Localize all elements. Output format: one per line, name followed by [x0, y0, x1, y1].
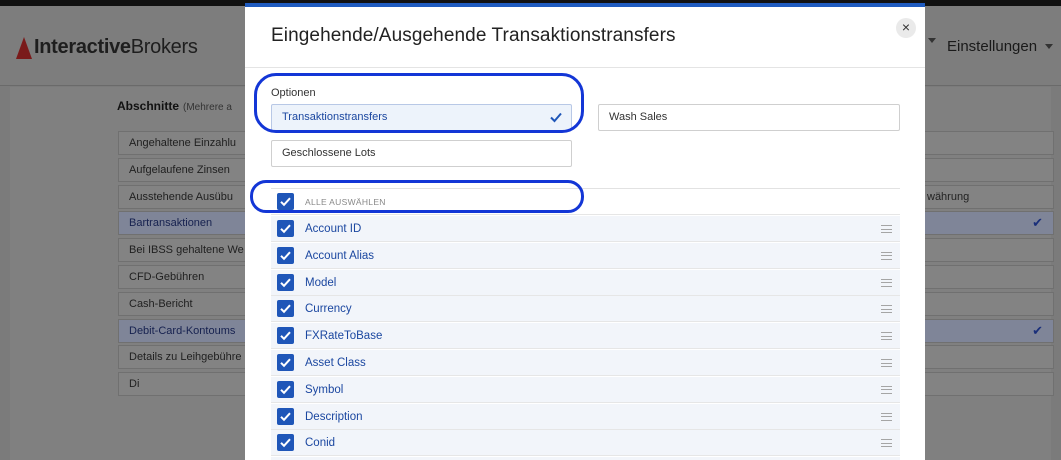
field-row[interactable]: Conid: [271, 430, 900, 457]
transfer-config-modal: Eingehende/Ausgehende Transaktionstransf…: [245, 3, 925, 460]
checkmark-icon: ✔: [1032, 322, 1043, 338]
field-row[interactable]: Symbol: [271, 376, 900, 403]
drag-handle-icon[interactable]: [881, 385, 892, 394]
select-all-label: ALLE AUSWÄHLEN: [305, 197, 386, 207]
checkbox-check-icon: [280, 331, 291, 341]
field-label: Symbol: [305, 383, 344, 396]
field-checkbox[interactable]: [277, 273, 294, 291]
checkmark-icon: ✔: [1032, 215, 1043, 231]
sections-heading: Abschnitte (Mehrere a: [117, 99, 232, 113]
option-wash-sales[interactable]: Wash Sales: [598, 104, 900, 131]
logo-mark-icon: [14, 36, 32, 59]
checkmark-icon: [550, 112, 562, 123]
options-label: Optionen: [271, 87, 316, 99]
option-transaktionstransfers[interactable]: Transaktionstransfers: [271, 104, 572, 131]
select-all-row[interactable]: ALLE AUSWÄHLEN: [271, 189, 900, 215]
field-row[interactable]: Account Alias: [271, 242, 900, 269]
drag-handle-icon[interactable]: [881, 412, 892, 421]
field-checkbox[interactable]: [277, 246, 294, 264]
checkbox-check-icon: [280, 385, 291, 395]
field-checkbox[interactable]: [277, 407, 294, 425]
field-row[interactable]: FXRateToBase: [271, 323, 900, 350]
settings-menu[interactable]: Einstellungen: [947, 38, 1054, 55]
field-label: Account Alias: [305, 249, 375, 262]
close-button[interactable]: ×: [896, 18, 916, 38]
drag-handle-icon[interactable]: [881, 305, 892, 314]
field-label: Description: [305, 410, 363, 423]
field-row[interactable]: Model: [271, 269, 900, 296]
drag-handle-icon[interactable]: [881, 332, 892, 341]
field-label: Conid: [305, 437, 336, 450]
field-checkbox[interactable]: [277, 380, 294, 398]
field-checkbox[interactable]: [277, 220, 294, 237]
chevron-down-icon: [1045, 44, 1054, 49]
select-all-checkbox[interactable]: [277, 193, 294, 210]
logo: InteractiveBrokers: [14, 36, 198, 59]
checkbox-check-icon: [280, 438, 291, 448]
close-icon: ×: [901, 19, 911, 35]
checkbox-check-icon: [280, 197, 291, 207]
checkbox-check-icon: [280, 251, 291, 261]
field-checkbox[interactable]: [277, 327, 294, 345]
checkbox-check-icon: [280, 304, 291, 314]
checkbox-check-icon: [280, 278, 291, 287]
field-row[interactable]: Currency: [271, 296, 900, 323]
field-checkbox[interactable]: [277, 300, 294, 318]
field-label: Account ID: [305, 223, 362, 235]
field-label: FXRateToBase: [305, 330, 383, 343]
field-checkbox[interactable]: [277, 434, 294, 452]
field-checkbox[interactable]: [277, 354, 294, 371]
drag-handle-icon[interactable]: [881, 251, 892, 260]
field-label: Asset Class: [305, 357, 366, 369]
chevron-down-icon: [928, 38, 936, 43]
field-row[interactable]: Description: [271, 403, 900, 430]
drag-handle-icon[interactable]: [881, 359, 892, 367]
drag-handle-icon[interactable]: [881, 439, 892, 448]
field-row[interactable]: Asset Class: [271, 350, 900, 376]
field-label: Model: [305, 276, 337, 289]
checkbox-check-icon: [280, 358, 291, 368]
checkbox-check-icon: [280, 224, 291, 234]
option-geschlossene-lots[interactable]: Geschlossene Lots: [271, 140, 572, 167]
drag-handle-icon[interactable]: [881, 225, 892, 233]
modal-header: Eingehende/Ausgehende Transaktionstransf…: [245, 7, 925, 68]
drag-handle-icon[interactable]: [881, 278, 892, 287]
field-label: Currency: [305, 303, 352, 316]
field-row[interactable]: Account ID: [271, 216, 900, 242]
checkbox-check-icon: [280, 412, 291, 421]
modal-title: Eingehende/Ausgehende Transaktionstransf…: [271, 25, 676, 46]
